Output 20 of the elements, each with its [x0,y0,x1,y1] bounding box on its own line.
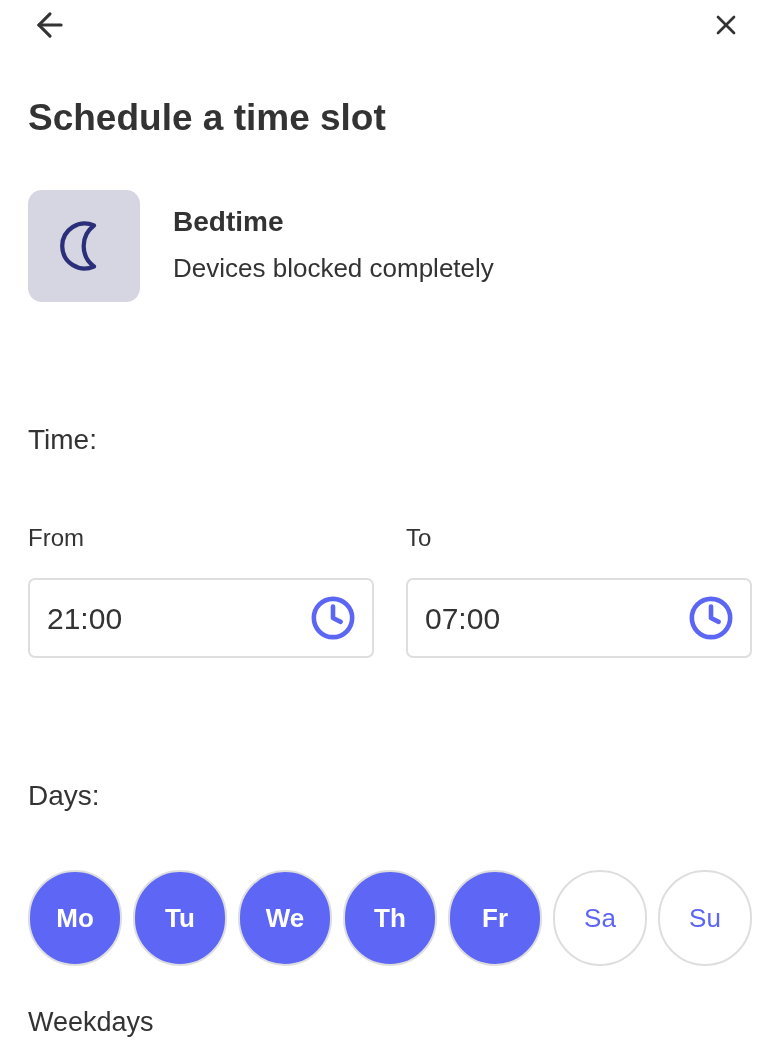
day-toggle[interactable]: Tu [133,870,227,966]
field-label: To [406,523,433,553]
day-toggle[interactable]: We [238,870,332,966]
mode-name: Bedtime [173,205,285,239]
time-field[interactable]: 21:00 [28,578,374,658]
day-toggle[interactable]: Mo [28,870,122,966]
clock-icon [310,595,356,641]
day-toggle[interactable]: Fr [448,870,542,966]
day-toggle[interactable]: Su [658,870,752,966]
mode-description: Devices blocked completely [173,252,494,285]
page-title: Schedule a time slot [28,96,387,140]
days-summary: Weekdays [28,1006,155,1039]
time-field[interactable]: 07:00 [406,578,752,658]
days-label: Days: [28,779,101,813]
day-toggle[interactable]: Th [343,870,437,966]
field-label: From [28,523,85,553]
clock-icon [688,595,734,641]
day-toggle[interactable]: Sa [553,870,647,966]
time-label: Time: [28,423,98,457]
moon-tile-icon [28,190,140,302]
